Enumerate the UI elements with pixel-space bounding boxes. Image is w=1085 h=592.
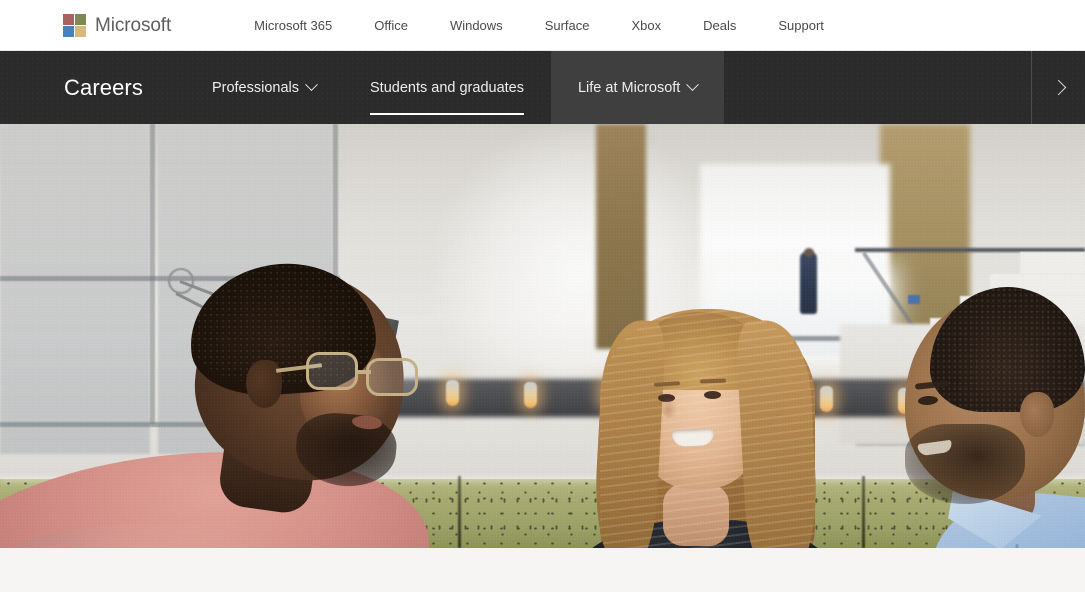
person-right-ear (1020, 392, 1054, 437)
hero-image (0, 124, 1085, 548)
person-left-glasses-lens-near (306, 352, 358, 390)
nav-item-surface[interactable]: Surface (524, 0, 611, 51)
tab-life-at-microsoft-label: Life at Microsoft (577, 79, 681, 96)
couch-seam-2 (862, 476, 865, 548)
microsoft-wordmark: Microsoft (95, 14, 172, 36)
global-nav: Microsoft 365 Office Windows Surface Xbo… (233, 0, 845, 50)
page-content-strip (0, 548, 1085, 592)
chevron-down-icon (686, 78, 700, 92)
nav-item-microsoft-365[interactable]: Microsoft 365 (233, 0, 353, 51)
careers-subnav: Careers Professionals Students and gradu… (0, 51, 1085, 124)
person-right-beard (905, 424, 1025, 504)
microsoft-logo-link[interactable]: Microsoft (63, 0, 171, 50)
chevron-right-icon (1050, 79, 1066, 96)
nav-item-xbox[interactable]: Xbox (611, 0, 683, 51)
stair-step-1 (1020, 252, 1085, 274)
microsoft-logo-icon (63, 13, 86, 37)
careers-brand-link[interactable]: Careers (64, 51, 143, 124)
chevron-down-icon (305, 78, 318, 92)
wooden-wall-panel (880, 124, 970, 334)
pendant-light-1 (446, 380, 459, 406)
person-left-ear (246, 360, 282, 408)
logo-square-bottom-left (63, 25, 74, 37)
logo-square-top-right (75, 13, 86, 25)
person-left-glasses-lens-far (366, 358, 418, 396)
careers-nav-spacer (724, 51, 1031, 124)
glass-panel-left (0, 124, 150, 454)
background-person-walking (800, 252, 817, 314)
window-mullion-vertical (150, 124, 155, 424)
nav-item-office[interactable]: Office (353, 0, 429, 51)
background-person-head (804, 248, 814, 257)
tab-students-and-graduates-label: Students and graduates (370, 79, 524, 96)
nav-item-deals[interactable]: Deals (682, 0, 757, 51)
tab-professionals-label: Professionals (211, 79, 299, 96)
tab-professionals[interactable]: Professionals (185, 51, 343, 124)
pendant-light-2 (524, 382, 537, 408)
careers-tab-list: Professionals Students and graduates Lif… (185, 51, 725, 124)
person-left-glasses-bridge (357, 370, 371, 374)
tab-life-at-microsoft[interactable]: Life at Microsoft (550, 51, 725, 124)
careers-nav-next-button[interactable] (1031, 51, 1085, 124)
person-center-eye-right (704, 391, 721, 399)
wooden-column (596, 124, 646, 349)
couch-seam-1 (458, 476, 461, 548)
tab-students-and-graduates[interactable]: Students and graduates (343, 51, 551, 124)
logo-square-bottom-right (75, 25, 86, 37)
wall-sign-icon (908, 295, 920, 304)
pendant-light-5 (820, 386, 833, 412)
person-center-nose (662, 398, 677, 418)
nav-item-support[interactable]: Support (757, 0, 845, 51)
logo-square-top-left (63, 13, 74, 25)
nav-item-windows[interactable]: Windows (429, 0, 524, 51)
global-header: Microsoft Microsoft 365 Office Windows S… (0, 0, 1085, 51)
